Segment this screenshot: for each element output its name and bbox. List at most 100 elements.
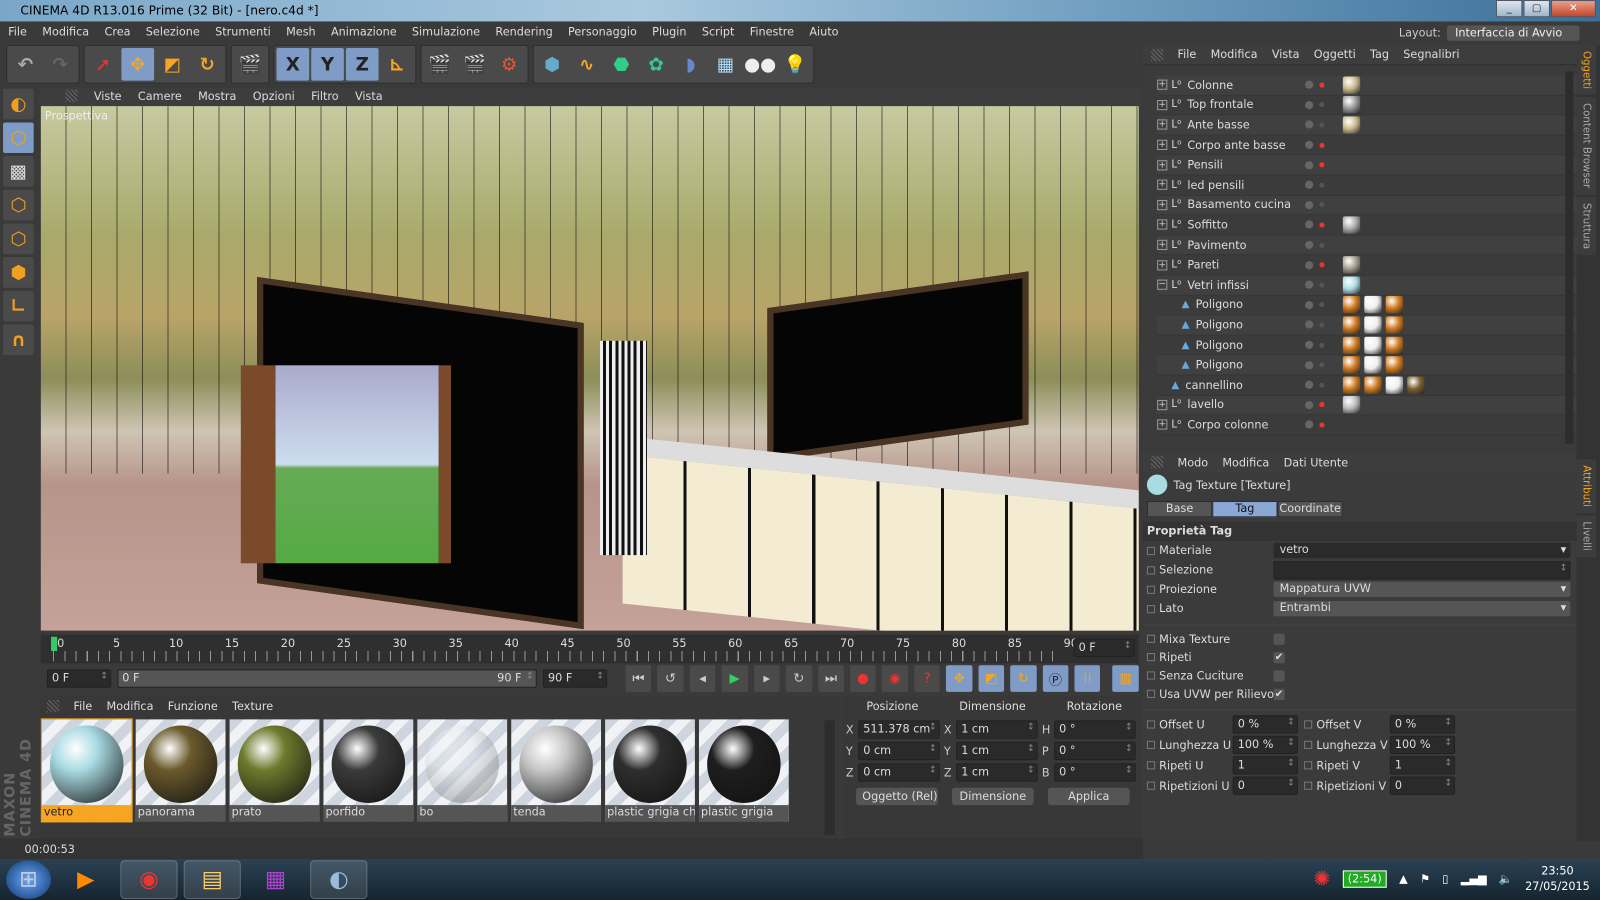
menu-aiuto[interactable]: Aiuto bbox=[809, 26, 838, 40]
side-dropdown[interactable]: Entrambi bbox=[1273, 601, 1571, 617]
deformer-icon[interactable]: ◗ bbox=[674, 48, 707, 81]
floor-icon[interactable]: ▦ bbox=[709, 48, 742, 81]
recent-tool-icon[interactable]: 🎬 bbox=[234, 48, 267, 81]
material-tag-icon[interactable] bbox=[1342, 76, 1361, 94]
menu-crea[interactable]: Crea bbox=[104, 26, 130, 40]
object-row[interactable]: − L⁰ Vetri infissi bbox=[1157, 275, 1577, 296]
light-icon[interactable]: 💡 bbox=[779, 48, 812, 81]
battery-icon[interactable]: ▯ bbox=[1442, 872, 1448, 885]
visibility-dot[interactable] bbox=[1319, 282, 1325, 288]
undo-icon[interactable]: ↶ bbox=[9, 48, 42, 81]
viewport-menu-camere[interactable]: Camere bbox=[138, 90, 182, 106]
key-pla-icon[interactable]: ⁞⁞ bbox=[1074, 665, 1101, 692]
object-row[interactable]: ▲ Poligono bbox=[1157, 355, 1577, 376]
record-keys-icon[interactable]: ● bbox=[849, 665, 876, 692]
z-axis-icon[interactable]: Z bbox=[345, 47, 379, 81]
viewport-menu-viste[interactable]: Viste bbox=[94, 90, 122, 106]
material-tag-icon[interactable] bbox=[1342, 216, 1361, 234]
menu-selezione[interactable]: Selezione bbox=[146, 26, 200, 40]
scale-tool-icon[interactable]: ◩ bbox=[156, 48, 189, 81]
visibility-dot[interactable] bbox=[1319, 302, 1325, 308]
chrome-icon[interactable]: ◉ bbox=[120, 860, 178, 899]
tab-base[interactable]: Base bbox=[1146, 501, 1213, 518]
coord-mode-dropdown[interactable]: Oggetto (Rel) bbox=[856, 787, 938, 806]
coord-dim-field[interactable]: 1 cm bbox=[956, 741, 1038, 761]
layer-dot[interactable] bbox=[1305, 220, 1314, 230]
attribute-menu-dati-utente[interactable]: Dati Utente bbox=[1284, 456, 1349, 469]
visibility-dot[interactable] bbox=[1319, 342, 1325, 348]
material-tag-icon[interactable] bbox=[1364, 316, 1382, 334]
viewport-menu-mostra[interactable]: Mostra bbox=[198, 90, 236, 106]
layer-dot[interactable] bbox=[1305, 160, 1314, 170]
material-swatch[interactable]: porfido bbox=[323, 719, 414, 822]
object-row[interactable]: + L⁰ Ante basse bbox=[1157, 115, 1577, 136]
key-position-icon[interactable]: ✥ bbox=[946, 665, 973, 692]
show-hidden-icon[interactable]: ▲ bbox=[1399, 872, 1408, 885]
select-tool-icon[interactable]: ➚ bbox=[87, 48, 120, 81]
material-scrollbar[interactable] bbox=[824, 720, 835, 835]
layer-dot[interactable] bbox=[1305, 200, 1314, 210]
visibility-dot[interactable] bbox=[1319, 362, 1325, 368]
material-tag-icon[interactable] bbox=[1364, 296, 1382, 314]
visibility-dot[interactable] bbox=[1319, 382, 1325, 388]
checkbox[interactable]: ✔ bbox=[1273, 688, 1285, 700]
number-field[interactable]: 0 bbox=[1232, 776, 1298, 795]
material-swatch[interactable]: vetro bbox=[40, 718, 133, 823]
material-menu-funzione[interactable]: Funzione bbox=[168, 699, 218, 712]
expand-icon[interactable]: + bbox=[1157, 239, 1168, 251]
layer-dot[interactable] bbox=[1305, 80, 1314, 90]
edges-mode-icon[interactable]: ⬡ bbox=[3, 223, 34, 255]
model-mode-icon[interactable]: ⬡ bbox=[3, 122, 34, 154]
texture-mode-icon[interactable]: ▩ bbox=[3, 156, 34, 187]
layer-dot[interactable] bbox=[1305, 400, 1314, 409]
visibility-dot[interactable] bbox=[1319, 162, 1325, 168]
expand-icon[interactable]: + bbox=[1157, 139, 1168, 151]
coord-rot-field[interactable]: 0 ° bbox=[1054, 720, 1136, 739]
current-frame-field[interactable]: 0 F bbox=[1073, 638, 1135, 658]
number-field[interactable]: 100 % bbox=[1232, 735, 1298, 755]
layer-dot[interactable] bbox=[1305, 260, 1314, 270]
visibility-dot[interactable] bbox=[1319, 182, 1325, 188]
menu-strumenti[interactable]: Strumenti bbox=[215, 26, 271, 40]
layer-dot[interactable] bbox=[1305, 420, 1314, 429]
timeline[interactable]: 0 5 10 15 20 25 30 35 40 45 50 55 60 65 70 75 80 85 90 0 F bbox=[40, 634, 1139, 664]
material-tag-icon[interactable] bbox=[1385, 296, 1404, 314]
move-tool-icon[interactable]: ✥ bbox=[121, 47, 155, 81]
expand-icon[interactable]: + bbox=[1157, 99, 1168, 111]
visibility-dot[interactable] bbox=[1319, 122, 1325, 128]
material-tag-icon[interactable] bbox=[1342, 396, 1361, 414]
material-swatch[interactable]: plastic grigia bbox=[698, 719, 789, 822]
clock[interactable]: 23:50 27/05/2015 bbox=[1525, 863, 1590, 894]
side-tab-livelli[interactable]: Livelli bbox=[1576, 515, 1596, 557]
3d-viewport[interactable]: Prospettiva bbox=[40, 106, 1139, 631]
coord-pos-field[interactable]: 511.378 cm bbox=[858, 720, 940, 739]
material-tag-icon[interactable] bbox=[1342, 376, 1361, 394]
object-row[interactable]: + L⁰ Corpo ante basse bbox=[1157, 135, 1577, 156]
object-menu-oggetti[interactable]: Oggetti bbox=[1314, 48, 1356, 61]
projection-dropdown[interactable]: Mappatura UVW bbox=[1273, 581, 1571, 597]
layer-dot[interactable] bbox=[1305, 360, 1314, 369]
material-menu-texture[interactable]: Texture bbox=[232, 699, 273, 712]
cinema4d-icon[interactable]: ◐ bbox=[310, 860, 368, 899]
material-tag-icon[interactable] bbox=[1342, 356, 1361, 374]
object-row[interactable]: + L⁰ lavello bbox=[1157, 395, 1577, 416]
x-axis-icon[interactable]: X bbox=[276, 47, 310, 81]
signal-icon[interactable]: ▂▄▆ bbox=[1461, 872, 1487, 885]
selection-field[interactable] bbox=[1273, 560, 1571, 580]
key-rotation-icon[interactable]: ↻ bbox=[1010, 665, 1037, 692]
material-swatch[interactable]: tenda bbox=[511, 719, 602, 822]
material-swatch[interactable]: bo bbox=[417, 719, 508, 822]
layer-dot[interactable] bbox=[1305, 140, 1314, 150]
layer-dot[interactable] bbox=[1305, 280, 1314, 290]
maximize-button[interactable]: ▢ bbox=[1523, 0, 1550, 18]
go-to-start-icon[interactable]: ⏮ bbox=[625, 665, 652, 692]
material-swatch[interactable]: prato bbox=[229, 719, 320, 822]
material-swatch[interactable]: plastic grigia chiara bbox=[605, 719, 695, 822]
material-tag-icon[interactable] bbox=[1385, 316, 1404, 334]
volume-icon[interactable]: 🔈 bbox=[1499, 872, 1513, 885]
menu-personaggio[interactable]: Personaggio bbox=[568, 26, 637, 40]
next-key-icon[interactable]: ↻ bbox=[785, 665, 812, 692]
object-row[interactable]: + L⁰ Pavimento bbox=[1157, 235, 1577, 256]
key-param-icon[interactable]: Ⓟ bbox=[1042, 665, 1069, 692]
menu-mesh[interactable]: Mesh bbox=[286, 26, 316, 40]
